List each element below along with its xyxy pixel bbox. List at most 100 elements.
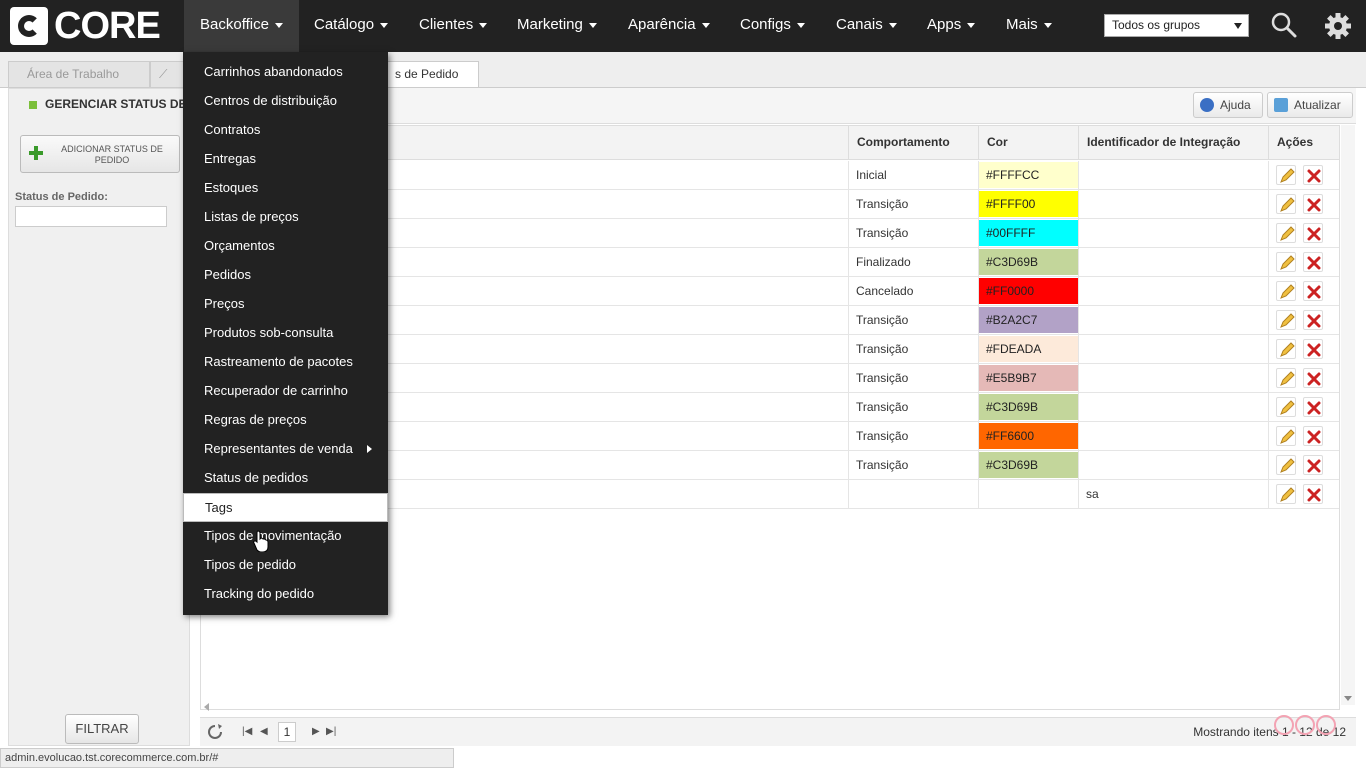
pencil-icon xyxy=(1280,458,1295,473)
edit-button[interactable] xyxy=(1276,310,1296,330)
scroll-down-icon[interactable] xyxy=(1344,696,1352,701)
next-page-icon[interactable]: ▶ xyxy=(312,726,320,737)
menu-item[interactable]: Produtos sob-consulta xyxy=(183,319,388,348)
color-swatch: #FF0000 xyxy=(979,278,1078,304)
menu-item[interactable]: Rastreamento de pacotes xyxy=(183,348,388,377)
menu-item[interactable]: Representantes de venda xyxy=(183,435,388,464)
menu-item[interactable]: Tags xyxy=(183,493,388,522)
menu-item[interactable]: Tipos de pedido xyxy=(183,551,388,580)
logo-text: CORE xyxy=(54,4,161,47)
nav-catalogo[interactable]: Catálogo xyxy=(298,0,404,52)
gear-icon[interactable] xyxy=(1323,11,1353,41)
menu-item[interactable]: Contratos xyxy=(183,116,388,145)
tab-status-de-pedido[interactable]: s de Pedido✕ xyxy=(386,61,479,105)
nav-clientes[interactable]: Clientes xyxy=(403,0,503,52)
header-comportamento[interactable]: Comportamento xyxy=(848,126,978,160)
delete-button[interactable] xyxy=(1303,223,1323,243)
refresh-icon xyxy=(1274,98,1288,112)
delete-button[interactable] xyxy=(1303,368,1323,388)
refresh-grid-icon[interactable] xyxy=(206,723,224,741)
menu-item[interactable]: Status de pedidos xyxy=(183,464,388,493)
refresh-button[interactable]: Atualizar xyxy=(1267,92,1353,118)
pencil-icon xyxy=(1280,313,1295,328)
color-cell: #C3D69B xyxy=(978,248,1078,276)
edit-button[interactable] xyxy=(1276,484,1296,504)
nav-backoffice[interactable]: Backoffice xyxy=(184,0,299,52)
nav-marketing[interactable]: Marketing xyxy=(501,0,613,52)
header-cor[interactable]: Cor xyxy=(978,126,1078,160)
delete-button[interactable] xyxy=(1303,165,1323,185)
last-page-icon[interactable]: ▶| xyxy=(326,726,336,737)
behavior-cell: Transição xyxy=(848,306,978,334)
behavior-cell: Transição xyxy=(848,219,978,247)
delete-button[interactable] xyxy=(1303,455,1323,475)
prev-page-icon[interactable]: ◀ xyxy=(260,726,268,737)
page-number-input[interactable]: 1 xyxy=(278,722,296,742)
menu-item[interactable]: Regras de preços xyxy=(183,406,388,435)
menu-item[interactable]: Tipos de movimentação xyxy=(183,522,388,551)
menu-item[interactable]: Carrinhos abandonados xyxy=(183,58,388,87)
nav-mais[interactable]: Mais xyxy=(990,0,1068,52)
edit-button[interactable] xyxy=(1276,368,1296,388)
vertical-scrollbar[interactable] xyxy=(1341,125,1355,705)
status-filter-input[interactable] xyxy=(15,206,167,227)
edit-button[interactable] xyxy=(1276,165,1296,185)
chevron-down-icon xyxy=(380,22,389,28)
integration-cell xyxy=(1078,306,1268,334)
menu-item[interactable]: Listas de preços xyxy=(183,203,388,232)
edit-button[interactable] xyxy=(1276,194,1296,214)
actions-cell xyxy=(1268,306,1339,334)
first-page-icon[interactable]: |◀ xyxy=(242,726,252,737)
scroll-left-icon[interactable] xyxy=(204,703,209,711)
edit-button[interactable] xyxy=(1276,426,1296,446)
delete-button[interactable] xyxy=(1303,194,1323,214)
delete-button[interactable] xyxy=(1303,484,1323,504)
chevron-down-icon xyxy=(888,22,897,28)
menu-item[interactable]: Centros de distribuição xyxy=(183,87,388,116)
menu-item[interactable]: Orçamentos xyxy=(183,232,388,261)
add-status-button[interactable]: ADICIONAR STATUS DE PEDIDO xyxy=(20,135,180,173)
delete-button[interactable] xyxy=(1303,397,1323,417)
edit-button[interactable] xyxy=(1276,223,1296,243)
color-cell: #C3D69B xyxy=(978,393,1078,421)
color-swatch: #E5B9B7 xyxy=(979,365,1078,391)
menu-item[interactable]: Tracking do pedido xyxy=(183,580,388,609)
menu-item[interactable]: Entregas xyxy=(183,145,388,174)
chevron-down-icon xyxy=(479,22,488,28)
backoffice-dropdown-menu: Carrinhos abandonados Centros de distribu… xyxy=(183,52,388,615)
menu-item[interactable]: Pedidos xyxy=(183,261,388,290)
delete-button[interactable] xyxy=(1303,252,1323,272)
search-icon[interactable] xyxy=(1270,11,1298,39)
menu-item[interactable]: Estoques xyxy=(183,174,388,203)
nav-apps[interactable]: Apps xyxy=(911,0,991,52)
edit-button[interactable] xyxy=(1276,339,1296,359)
delete-button[interactable] xyxy=(1303,426,1323,446)
color-swatch: #C3D69B xyxy=(979,394,1078,420)
integration-cell xyxy=(1078,277,1268,305)
color-cell xyxy=(978,480,1078,508)
help-button[interactable]: Ajuda xyxy=(1193,92,1263,118)
edit-button[interactable] xyxy=(1276,455,1296,475)
delete-x-icon xyxy=(1307,314,1321,328)
filter-button[interactable]: FILTRAR xyxy=(65,714,139,744)
nav-configs[interactable]: Configs xyxy=(724,0,821,52)
edit-button[interactable] xyxy=(1276,252,1296,272)
header-identificador[interactable]: Identificador de Integração xyxy=(1078,126,1268,160)
delete-button[interactable] xyxy=(1303,310,1323,330)
tab-area-de-trabalho[interactable]: Área de Trabalho xyxy=(8,61,150,87)
dropdown-arrow-icon xyxy=(1234,23,1242,29)
delete-button[interactable] xyxy=(1303,281,1323,301)
core-logo[interactable]: CORE xyxy=(10,4,161,47)
top-navbar: CORE Backoffice Catálogo Clientes Market… xyxy=(0,0,1366,52)
menu-item[interactable]: Recuperador de carrinho xyxy=(183,377,388,406)
integration-cell xyxy=(1078,393,1268,421)
group-select[interactable]: Todos os grupos xyxy=(1104,14,1249,37)
menu-item[interactable]: Preços xyxy=(183,290,388,319)
edit-button[interactable] xyxy=(1276,281,1296,301)
delete-button[interactable] xyxy=(1303,339,1323,359)
edit-button[interactable] xyxy=(1276,397,1296,417)
nav-canais[interactable]: Canais xyxy=(820,0,913,52)
chevron-down-icon xyxy=(701,22,710,28)
nav-aparencia[interactable]: Aparência xyxy=(612,0,726,52)
color-swatch: #C3D69B xyxy=(979,452,1078,478)
